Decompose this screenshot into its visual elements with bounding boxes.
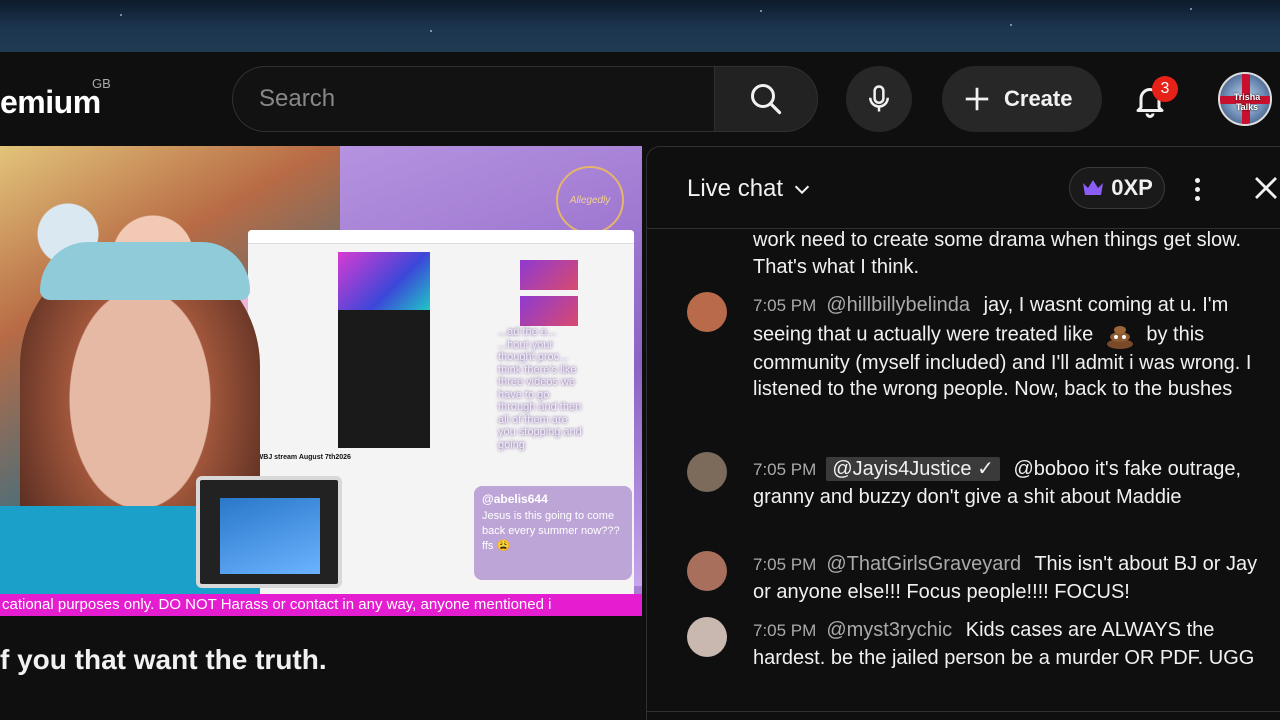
disclaimer-ticker: cational purposes only. DO NOT Harass or… bbox=[0, 594, 642, 616]
phone-device bbox=[196, 476, 342, 588]
message-author[interactable]: @ThatGirlsGraveyard bbox=[826, 553, 1021, 575]
message-author[interactable]: @Jayis4Justice ✓ bbox=[826, 457, 1000, 481]
mini-thumbnail bbox=[338, 252, 430, 310]
chat-header: Live chat 0XP bbox=[647, 147, 1280, 229]
crown-icon bbox=[1083, 180, 1104, 195]
star bbox=[120, 14, 122, 16]
voice-search-button[interactable] bbox=[846, 66, 912, 132]
microphone-icon bbox=[869, 85, 889, 112]
xp-label: 0XP bbox=[1111, 175, 1153, 200]
overlay-chat-card: @abelis644 Jesus is this going to come b… bbox=[474, 486, 632, 580]
mini-side-thumbnail bbox=[520, 296, 578, 326]
streamer-bandana bbox=[40, 242, 250, 300]
message-time: 7:05 PM bbox=[753, 555, 817, 574]
message-author[interactable]: @myst3rychic bbox=[826, 619, 952, 641]
author-avatar[interactable] bbox=[687, 551, 727, 591]
message-time: 7:05 PM bbox=[753, 621, 817, 640]
account-avatar[interactable]: Trisha Talks bbox=[1218, 72, 1272, 126]
mini-video-title: AWBJ stream August 7th2026 bbox=[252, 454, 351, 461]
notification-count-badge: 3 bbox=[1152, 76, 1178, 102]
chevron-down-icon bbox=[794, 185, 810, 195]
search-input[interactable] bbox=[259, 67, 699, 131]
mini-player bbox=[338, 252, 430, 448]
phone-screen bbox=[220, 498, 320, 574]
author-avatar[interactable] bbox=[687, 292, 727, 332]
star bbox=[430, 30, 432, 32]
search-button[interactable] bbox=[714, 66, 818, 132]
author-avatar[interactable] bbox=[687, 452, 727, 492]
avatar-text: Trisha Talks bbox=[1233, 92, 1261, 112]
mini-side-thumbnail bbox=[520, 260, 578, 290]
more-options-button[interactable] bbox=[1185, 171, 1209, 207]
star bbox=[760, 10, 762, 12]
video-caption: f you that want the truth. bbox=[0, 644, 327, 675]
star bbox=[1010, 24, 1012, 26]
dot bbox=[1194, 186, 1200, 192]
logo[interactable]: emium bbox=[0, 84, 101, 121]
dot bbox=[1194, 177, 1200, 183]
message-time: 7:05 PM bbox=[753, 460, 817, 479]
create-button[interactable]: Create bbox=[942, 66, 1102, 132]
message-body: 7:05 PM @ThatGirlsGraveyard This isn't ab… bbox=[753, 551, 1263, 605]
background-sky bbox=[0, 0, 1280, 52]
live-chat-panel: Live chat 0XP work need to create some d… bbox=[646, 146, 1280, 720]
overlay-caption: ...ad the e... ...hout your thought proc… bbox=[498, 326, 582, 451]
message-body: 7:05 PM @hillbillybelinda jay, I wasnt co… bbox=[753, 292, 1263, 403]
logo-region: GB bbox=[92, 76, 111, 91]
poop-emoji-icon bbox=[1105, 320, 1135, 350]
search-box bbox=[232, 66, 714, 132]
overlay-card-text: Jesus is this going to come back every s… bbox=[482, 510, 620, 552]
search-icon bbox=[751, 84, 782, 115]
video-player[interactable]: Allegedly AWBJ stream August 7th2026 ...… bbox=[0, 146, 642, 616]
dot bbox=[1194, 195, 1200, 201]
overlay-card-user: @abelis644 bbox=[482, 492, 548, 506]
plus-icon bbox=[965, 87, 989, 111]
author-avatar[interactable] bbox=[687, 617, 727, 657]
channel-seal: Allegedly bbox=[556, 166, 624, 234]
mini-browser-bar bbox=[248, 230, 634, 244]
message-time: 7:05 PM bbox=[753, 296, 817, 315]
chat-divider bbox=[647, 711, 1280, 712]
chat-title: Live chat bbox=[687, 175, 784, 202]
create-label: Create bbox=[1004, 86, 1073, 111]
message-body: 7:05 PM @Jayis4Justice ✓ @boboo it's fake… bbox=[753, 456, 1263, 510]
close-icon bbox=[1255, 177, 1277, 199]
star bbox=[1190, 8, 1192, 10]
close-chat-button[interactable] bbox=[1251, 173, 1280, 203]
chat-mode-dropdown[interactable]: Live chat bbox=[687, 175, 813, 203]
message-body: 7:05 PM @myst3rychic Kids cases are ALWAY… bbox=[753, 617, 1263, 671]
xp-button[interactable]: 0XP bbox=[1069, 167, 1165, 209]
message-text: work need to create some drama when thin… bbox=[753, 229, 1242, 278]
message-author[interactable]: @hillbillybelinda bbox=[826, 294, 970, 316]
